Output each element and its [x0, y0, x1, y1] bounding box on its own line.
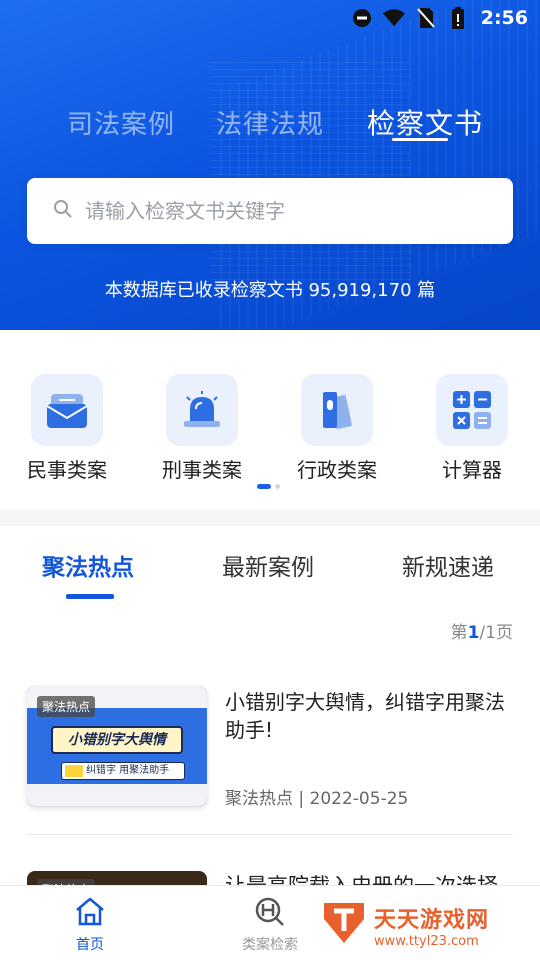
- nav-label: 首页: [76, 937, 104, 953]
- feature-label: 刑事类案: [162, 458, 242, 482]
- thumbnail-subtitle: 纠错字 用聚法助手: [61, 762, 185, 780]
- watermark-url: www.ttyl23.com: [374, 933, 479, 949]
- feature-label: 民事类案: [27, 458, 107, 482]
- article-meta: 聚法热点 | 2022-05-25: [225, 789, 409, 809]
- search-icon: [53, 199, 73, 223]
- home-icon: [74, 896, 106, 930]
- divider: [27, 834, 513, 835]
- wifi-icon: [382, 7, 405, 29]
- do-not-disturb-icon: [351, 7, 373, 29]
- watermark-logo-icon: [320, 899, 368, 951]
- feature-calculator[interactable]: 计算器: [422, 374, 522, 483]
- status-bar: 2:56: [0, 0, 540, 36]
- tab-latest-cases[interactable]: 最新案例: [222, 548, 314, 582]
- pagination: 第1/1页: [450, 623, 513, 643]
- current-page: 1: [467, 623, 480, 643]
- case-search-icon: [254, 896, 286, 930]
- tab-new-regulations[interactable]: 新规速递: [402, 548, 494, 582]
- battery-icon: [447, 7, 469, 29]
- article-title[interactable]: 小错别字大舆情，纠错字用聚法助手!: [225, 688, 513, 744]
- nav-case-search[interactable]: 类案检索: [220, 896, 320, 954]
- tab-hot-topics[interactable]: 聚法热点: [42, 548, 134, 582]
- section-tab-indicator: [66, 594, 114, 599]
- search-input[interactable]: [85, 199, 465, 223]
- siren-icon: [166, 374, 238, 446]
- database-count: 本数据库已收录检察文书 95,919,170 篇: [104, 280, 436, 301]
- nav-label: 类案检索: [242, 937, 298, 953]
- carousel-dot: [275, 484, 280, 489]
- mail-icon: [31, 374, 103, 446]
- hero-header: 2:56 司法案例 法律法规 检察文书 本数据库已收录检察文书 95,919,1…: [0, 0, 540, 330]
- watermark-title: 天天游戏网: [374, 907, 490, 933]
- calculator-icon: [436, 374, 508, 446]
- nav-home[interactable]: 首页: [40, 896, 140, 954]
- article-item[interactable]: 聚法热点 小错别字大舆情 纠错字 用聚法助手 小错别字大舆情，纠错字用聚法助手!…: [27, 686, 513, 826]
- watermark: 天天游戏网 www.ttyl23.com: [308, 893, 540, 957]
- article-thumbnail: 聚法热点 小错别字大舆情 纠错字 用聚法助手: [27, 686, 207, 806]
- thumbnail-banner: 小错别字大舆情: [51, 726, 183, 754]
- feature-label: 行政类案: [297, 458, 377, 482]
- document-icon: [301, 374, 373, 446]
- feature-administrative-cases[interactable]: 行政类案: [287, 374, 387, 483]
- feature-civil-cases[interactable]: 民事类案: [17, 374, 117, 483]
- thumbnail-badge: 聚法热点: [37, 696, 96, 717]
- tab-active-indicator: [392, 138, 448, 141]
- no-sim-icon: [415, 7, 437, 29]
- search-bar[interactable]: [27, 178, 513, 244]
- hero-decoration-grid: [210, 60, 410, 280]
- tab-judicial-cases[interactable]: 司法案例: [67, 104, 175, 141]
- tab-procuratorial-documents[interactable]: 检察文书: [367, 102, 483, 142]
- tab-laws-regulations[interactable]: 法律法规: [216, 104, 324, 141]
- carousel-dot-active: [257, 484, 271, 489]
- feature-criminal-cases[interactable]: 刑事类案: [152, 374, 252, 483]
- feature-grid: 民事类案 刑事类案 行政类案 计算器: [0, 330, 540, 510]
- feature-label: 计算器: [442, 458, 502, 482]
- clock: 2:56: [480, 7, 528, 29]
- carousel-indicator: [257, 484, 280, 489]
